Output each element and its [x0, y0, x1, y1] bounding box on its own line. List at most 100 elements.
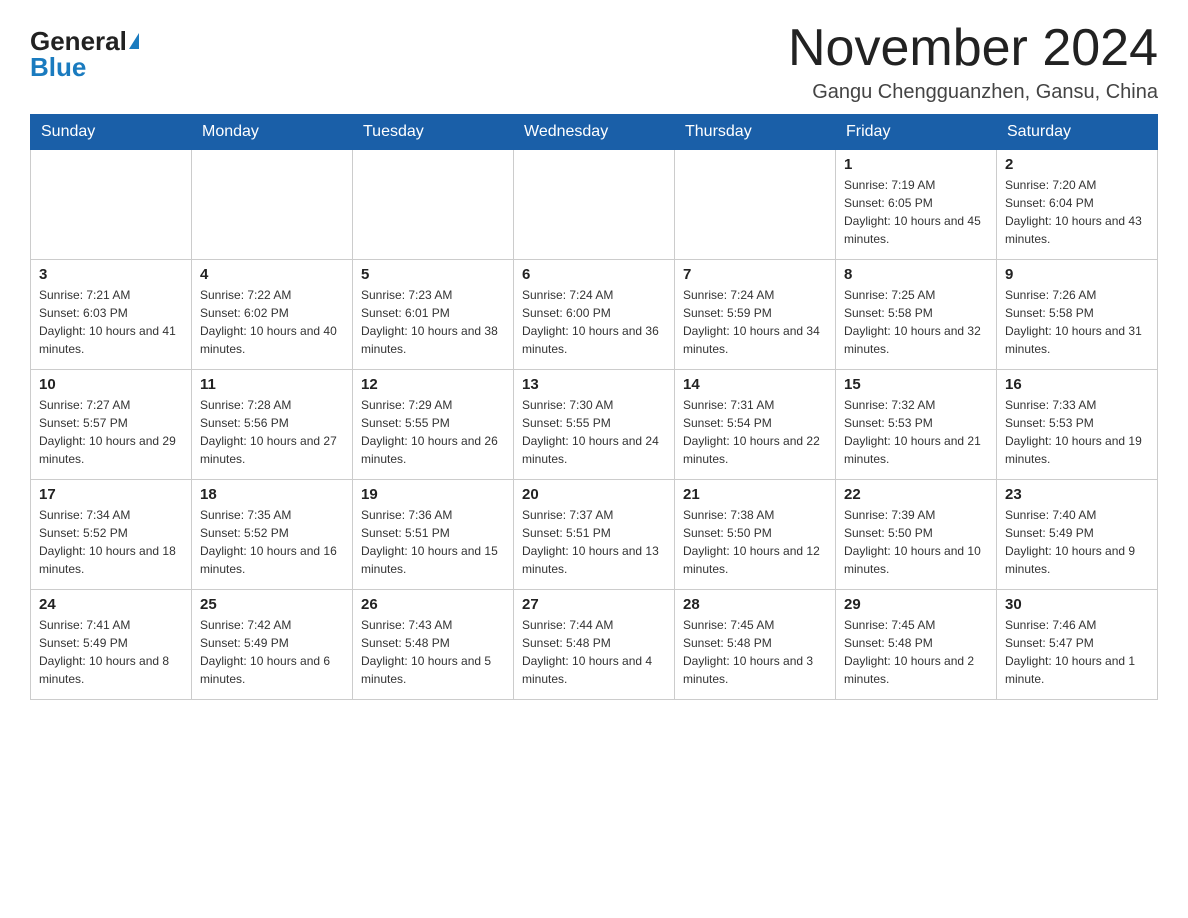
week-row-1: 1Sunrise: 7:19 AM Sunset: 6:05 PM Daylig… — [31, 150, 1158, 260]
calendar-cell: 14 Sunrise: 7:31 AM Sunset: 5:54 PM Dayli… — [675, 370, 836, 480]
day-info: Sunrise: 7:27 AM Sunset: 5:57 PM Dayligh… — [39, 396, 183, 468]
day-info: Sunrise: 7:23 AM Sunset: 6:01 PM Dayligh… — [361, 286, 505, 358]
day-info: Sunrise: 7:38 AM Sunset: 5:50 PM Dayligh… — [683, 506, 827, 578]
calendar-cell: 20 Sunrise: 7:37 AM Sunset: 5:51 PM Dayli… — [514, 480, 675, 590]
day-number: 21 — [683, 486, 827, 503]
calendar-cell: 24 Sunrise: 7:41 AM Sunset: 5:49 PM Dayli… — [31, 590, 192, 700]
calendar-cell: 21 Sunrise: 7:38 AM Sunset: 5:50 PM Dayli… — [675, 480, 836, 590]
day-number: 6 — [522, 266, 666, 283]
calendar-cell — [192, 150, 353, 260]
day-info: Sunrise: 7:22 AM Sunset: 6:02 PM Dayligh… — [200, 286, 344, 358]
month-title: November 2024 — [788, 20, 1158, 77]
day-number: 18 — [200, 486, 344, 503]
day-info: Sunrise: 7:30 AM Sunset: 5:55 PM Dayligh… — [522, 396, 666, 468]
calendar-cell: 16 Sunrise: 7:33 AM Sunset: 5:53 PM Dayli… — [997, 370, 1158, 480]
day-info: Sunrise: 7:20 AM Sunset: 6:04 PM Dayligh… — [1005, 176, 1149, 248]
calendar-cell: 30 Sunrise: 7:46 AM Sunset: 5:47 PM Dayli… — [997, 590, 1158, 700]
day-number: 23 — [1005, 486, 1149, 503]
day-number: 28 — [683, 596, 827, 613]
calendar-cell: 4Sunrise: 7:22 AM Sunset: 6:02 PM Daylig… — [192, 260, 353, 370]
calendar-cell — [353, 150, 514, 260]
calendar-cell: 10 Sunrise: 7:27 AM Sunset: 5:57 PM Dayli… — [31, 370, 192, 480]
calendar-cell: 5 Sunrise: 7:23 AM Sunset: 6:01 PM Daylig… — [353, 260, 514, 370]
day-info: Sunrise: 7:45 AM Sunset: 5:48 PM Dayligh… — [683, 616, 827, 688]
day-number: 25 — [200, 596, 344, 613]
calendar-cell: 15 Sunrise: 7:32 AM Sunset: 5:53 PM Dayli… — [836, 370, 997, 480]
day-info: Sunrise: 7:43 AM Sunset: 5:48 PM Dayligh… — [361, 616, 505, 688]
calendar-cell: 26 Sunrise: 7:43 AM Sunset: 5:48 PM Dayli… — [353, 590, 514, 700]
day-info: Sunrise: 7:42 AM Sunset: 5:49 PM Dayligh… — [200, 616, 344, 688]
day-number: 20 — [522, 486, 666, 503]
day-number: 5 — [361, 266, 505, 283]
logo-triangle-icon — [129, 33, 139, 49]
week-row-3: 10 Sunrise: 7:27 AM Sunset: 5:57 PM Dayli… — [31, 370, 1158, 480]
day-number: 15 — [844, 376, 988, 393]
day-number: 7 — [683, 266, 827, 283]
calendar-cell: 22Sunrise: 7:39 AM Sunset: 5:50 PM Dayli… — [836, 480, 997, 590]
day-info: Sunrise: 7:36 AM Sunset: 5:51 PM Dayligh… — [361, 506, 505, 578]
day-number: 3 — [39, 266, 183, 283]
calendar-cell: 7 Sunrise: 7:24 AM Sunset: 5:59 PM Daylig… — [675, 260, 836, 370]
calendar-cell: 3 Sunrise: 7:21 AM Sunset: 6:03 PM Daylig… — [31, 260, 192, 370]
day-number: 13 — [522, 376, 666, 393]
calendar-cell: 25 Sunrise: 7:42 AM Sunset: 5:49 PM Dayli… — [192, 590, 353, 700]
day-number: 16 — [1005, 376, 1149, 393]
day-number: 14 — [683, 376, 827, 393]
day-info: Sunrise: 7:29 AM Sunset: 5:55 PM Dayligh… — [361, 396, 505, 468]
day-info: Sunrise: 7:35 AM Sunset: 5:52 PM Dayligh… — [200, 506, 344, 578]
day-info: Sunrise: 7:21 AM Sunset: 6:03 PM Dayligh… — [39, 286, 183, 358]
day-info: Sunrise: 7:45 AM Sunset: 5:48 PM Dayligh… — [844, 616, 988, 688]
day-info: Sunrise: 7:46 AM Sunset: 5:47 PM Dayligh… — [1005, 616, 1149, 688]
calendar-cell: 9Sunrise: 7:26 AM Sunset: 5:58 PM Daylig… — [997, 260, 1158, 370]
day-number: 27 — [522, 596, 666, 613]
calendar-cell: 19 Sunrise: 7:36 AM Sunset: 5:51 PM Dayli… — [353, 480, 514, 590]
calendar-cell: 12 Sunrise: 7:29 AM Sunset: 5:55 PM Dayli… — [353, 370, 514, 480]
logo: General Blue — [30, 28, 139, 80]
location-text: Gangu Chengguanzhen, Gansu, China — [788, 81, 1158, 104]
day-number: 1 — [844, 156, 988, 173]
calendar-cell: 18 Sunrise: 7:35 AM Sunset: 5:52 PM Dayli… — [192, 480, 353, 590]
week-row-5: 24 Sunrise: 7:41 AM Sunset: 5:49 PM Dayli… — [31, 590, 1158, 700]
day-info: Sunrise: 7:33 AM Sunset: 5:53 PM Dayligh… — [1005, 396, 1149, 468]
day-info: Sunrise: 7:40 AM Sunset: 5:49 PM Dayligh… — [1005, 506, 1149, 578]
weekday-header-friday: Friday — [836, 115, 997, 150]
calendar-cell: 28 Sunrise: 7:45 AM Sunset: 5:48 PM Dayli… — [675, 590, 836, 700]
day-number: 30 — [1005, 596, 1149, 613]
day-info: Sunrise: 7:31 AM Sunset: 5:54 PM Dayligh… — [683, 396, 827, 468]
weekday-header-tuesday: Tuesday — [353, 115, 514, 150]
day-number: 29 — [844, 596, 988, 613]
calendar-cell — [31, 150, 192, 260]
calendar-cell — [675, 150, 836, 260]
day-number: 19 — [361, 486, 505, 503]
day-info: Sunrise: 7:25 AM Sunset: 5:58 PM Dayligh… — [844, 286, 988, 358]
calendar-cell: 13 Sunrise: 7:30 AM Sunset: 5:55 PM Dayli… — [514, 370, 675, 480]
calendar-cell: 11Sunrise: 7:28 AM Sunset: 5:56 PM Dayli… — [192, 370, 353, 480]
weekday-header-wednesday: Wednesday — [514, 115, 675, 150]
day-number: 8 — [844, 266, 988, 283]
day-number: 11 — [200, 376, 344, 393]
calendar-cell: 8 Sunrise: 7:25 AM Sunset: 5:58 PM Daylig… — [836, 260, 997, 370]
day-info: Sunrise: 7:24 AM Sunset: 5:59 PM Dayligh… — [683, 286, 827, 358]
day-number: 17 — [39, 486, 183, 503]
weekday-header-monday: Monday — [192, 115, 353, 150]
calendar-cell — [514, 150, 675, 260]
calendar-cell: 2Sunrise: 7:20 AM Sunset: 6:04 PM Daylig… — [997, 150, 1158, 260]
day-number: 9 — [1005, 266, 1149, 283]
weekday-header-row: SundayMondayTuesdayWednesdayThursdayFrid… — [31, 115, 1158, 150]
day-info: Sunrise: 7:41 AM Sunset: 5:49 PM Dayligh… — [39, 616, 183, 688]
weekday-header-saturday: Saturday — [997, 115, 1158, 150]
calendar-cell: 1Sunrise: 7:19 AM Sunset: 6:05 PM Daylig… — [836, 150, 997, 260]
day-number: 12 — [361, 376, 505, 393]
day-info: Sunrise: 7:37 AM Sunset: 5:51 PM Dayligh… — [522, 506, 666, 578]
day-number: 22 — [844, 486, 988, 503]
calendar-cell: 17Sunrise: 7:34 AM Sunset: 5:52 PM Dayli… — [31, 480, 192, 590]
logo-general-text: General — [30, 28, 127, 54]
day-number: 10 — [39, 376, 183, 393]
header: General Blue November 2024 Gangu Chenggu… — [30, 20, 1158, 104]
weekday-header-sunday: Sunday — [31, 115, 192, 150]
day-number: 24 — [39, 596, 183, 613]
calendar-cell: 29 Sunrise: 7:45 AM Sunset: 5:48 PM Dayli… — [836, 590, 997, 700]
calendar-cell: 27Sunrise: 7:44 AM Sunset: 5:48 PM Dayli… — [514, 590, 675, 700]
day-number: 26 — [361, 596, 505, 613]
day-info: Sunrise: 7:32 AM Sunset: 5:53 PM Dayligh… — [844, 396, 988, 468]
